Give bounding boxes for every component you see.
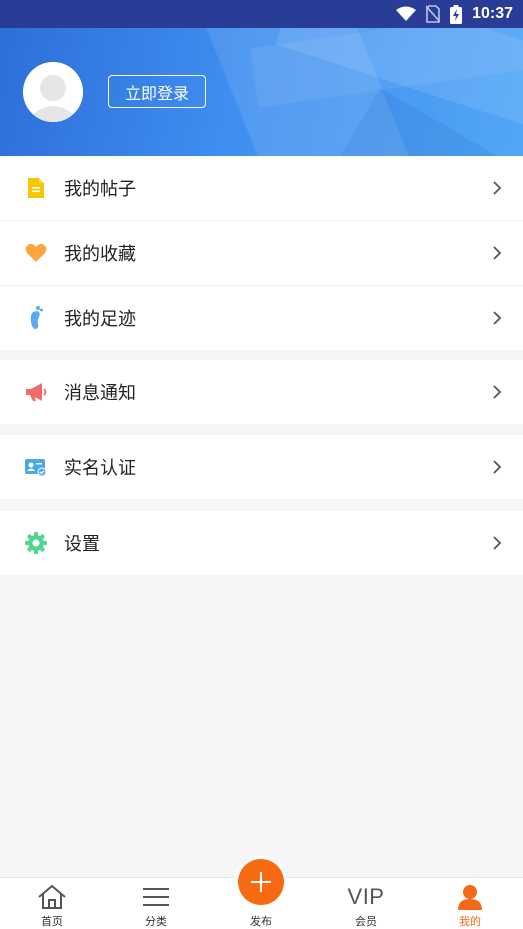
menu-item-my-posts[interactable]: 我的帖子 — [0, 156, 523, 220]
megaphone-icon — [24, 380, 48, 404]
document-icon — [24, 176, 48, 200]
plus-icon — [251, 872, 271, 892]
menu-item-label: 实名认证 — [64, 458, 136, 479]
tab-label: 首页 — [41, 915, 63, 928]
chevron-right-icon — [493, 181, 502, 195]
gear-icon — [24, 531, 48, 555]
chevron-right-icon — [493, 246, 502, 260]
chevron-right-icon — [493, 311, 502, 325]
menu-item-label: 我的收藏 — [64, 244, 136, 265]
vip-text: VIP — [347, 884, 385, 909]
menu-item-label: 设置 — [64, 534, 100, 555]
tab-mine[interactable]: 我的 — [418, 878, 522, 929]
no-sim-icon — [426, 5, 441, 23]
login-button[interactable]: 立即登录 — [108, 75, 206, 108]
status-bar: 10:37 — [0, 0, 523, 28]
publish-button[interactable] — [238, 859, 284, 905]
profile-header: 立即登录 — [0, 28, 523, 156]
user-icon — [457, 883, 483, 911]
home-icon — [37, 883, 67, 911]
menu-item-label: 我的帖子 — [64, 179, 136, 200]
tab-home[interactable]: 首页 — [0, 878, 104, 929]
battery-charging-icon — [450, 4, 463, 24]
tab-vip[interactable]: VIP 会员 — [314, 878, 418, 929]
heart-icon — [24, 241, 48, 265]
footprint-icon — [24, 306, 48, 330]
id-card-icon — [24, 455, 48, 479]
menu-item-notifications[interactable]: 消息通知 — [0, 360, 523, 424]
menu-item-real-name-verification[interactable]: 实名认证 — [0, 435, 523, 499]
tab-categories[interactable]: 分类 — [104, 878, 208, 929]
vip-icon: VIP — [348, 883, 385, 911]
menu-item-my-favorites[interactable]: 我的收藏 — [0, 221, 523, 285]
menu-item-label: 我的足迹 — [64, 309, 136, 330]
menu-item-settings[interactable]: 设置 — [0, 511, 523, 575]
default-avatar-icon — [23, 62, 83, 122]
tab-label: 会员 — [355, 915, 377, 928]
chevron-right-icon — [493, 385, 502, 399]
menu-icon — [142, 883, 170, 911]
chevron-right-icon — [493, 460, 502, 474]
chevron-right-icon — [493, 536, 502, 550]
menu-item-my-footprints[interactable]: 我的足迹 — [0, 286, 523, 350]
avatar[interactable] — [23, 62, 83, 122]
wifi-icon — [396, 6, 417, 21]
tab-label: 发布 — [250, 915, 272, 928]
menu-item-label: 消息通知 — [64, 383, 136, 404]
tab-label: 我的 — [459, 915, 481, 928]
clock: 10:37 — [472, 5, 513, 22]
tab-label: 分类 — [145, 915, 167, 928]
